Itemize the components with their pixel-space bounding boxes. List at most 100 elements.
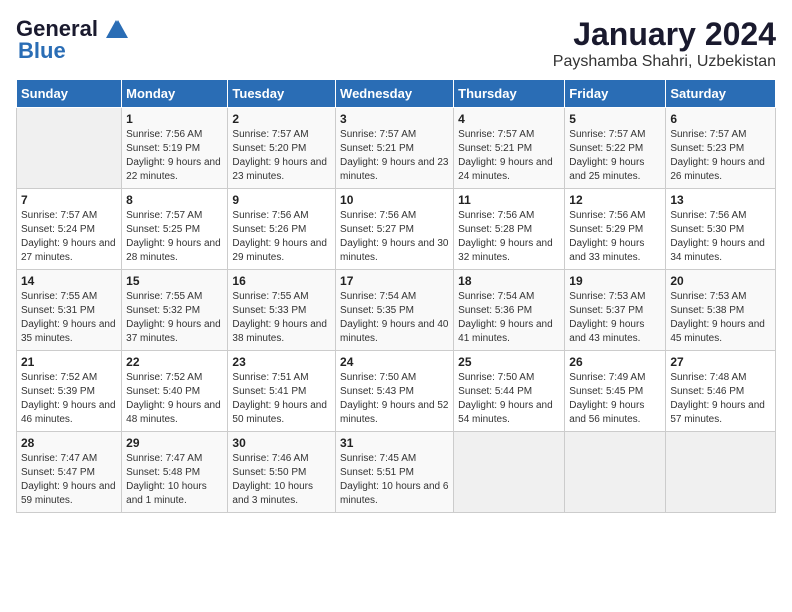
day-number: 30 [232, 436, 331, 450]
calendar-cell: 3 Sunrise: 7:57 AMSunset: 5:21 PMDaylight… [336, 108, 454, 189]
day-info: Sunrise: 7:56 AMSunset: 5:19 PMDaylight:… [126, 128, 223, 184]
day-info: Sunrise: 7:52 AMSunset: 5:40 PMDaylight:… [126, 371, 223, 427]
day-number: 31 [340, 436, 449, 450]
header-friday: Friday [565, 80, 666, 108]
header-sunday: Sunday [17, 80, 122, 108]
calendar-title: January 2024 [553, 16, 776, 53]
calendar-cell: 9 Sunrise: 7:56 AMSunset: 5:26 PMDaylight… [228, 189, 336, 270]
day-info: Sunrise: 7:57 AMSunset: 5:22 PMDaylight:… [569, 128, 661, 184]
page-header: General Blue January 2024 Payshamba Shah… [16, 16, 776, 71]
calendar-cell: 26 Sunrise: 7:49 AMSunset: 5:45 PMDayligh… [565, 351, 666, 432]
day-info: Sunrise: 7:55 AMSunset: 5:32 PMDaylight:… [126, 290, 223, 346]
calendar-cell: 11 Sunrise: 7:56 AMSunset: 5:28 PMDayligh… [454, 189, 565, 270]
day-number: 16 [232, 274, 331, 288]
day-number: 7 [21, 193, 117, 207]
calendar-cell: 24 Sunrise: 7:50 AMSunset: 5:43 PMDayligh… [336, 351, 454, 432]
day-info: Sunrise: 7:47 AMSunset: 5:48 PMDaylight:… [126, 452, 223, 508]
day-number: 26 [569, 355, 661, 369]
calendar-cell: 4 Sunrise: 7:57 AMSunset: 5:21 PMDaylight… [454, 108, 565, 189]
calendar-cell: 6 Sunrise: 7:57 AMSunset: 5:23 PMDaylight… [666, 108, 776, 189]
calendar-cell: 5 Sunrise: 7:57 AMSunset: 5:22 PMDaylight… [565, 108, 666, 189]
calendar-cell [17, 108, 122, 189]
day-info: Sunrise: 7:49 AMSunset: 5:45 PMDaylight:… [569, 371, 661, 427]
day-info: Sunrise: 7:56 AMSunset: 5:28 PMDaylight:… [458, 209, 560, 265]
day-number: 4 [458, 112, 560, 126]
calendar-cell: 15 Sunrise: 7:55 AMSunset: 5:32 PMDayligh… [122, 270, 228, 351]
week-row-2: 14Sunrise: 7:55 AMSunset: 5:31 PMDayligh… [17, 270, 776, 351]
day-number: 24 [340, 355, 449, 369]
week-row-0: 1 Sunrise: 7:56 AMSunset: 5:19 PMDaylight… [17, 108, 776, 189]
day-number: 13 [670, 193, 771, 207]
calendar-table: Sunday Monday Tuesday Wednesday Thursday… [16, 79, 776, 513]
day-info: Sunrise: 7:57 AMSunset: 5:21 PMDaylight:… [340, 128, 449, 184]
calendar-cell [454, 432, 565, 513]
day-info: Sunrise: 7:50 AMSunset: 5:43 PMDaylight:… [340, 371, 449, 427]
day-info: Sunrise: 7:57 AMSunset: 5:25 PMDaylight:… [126, 209, 223, 265]
day-info: Sunrise: 7:47 AMSunset: 5:47 PMDaylight:… [21, 452, 117, 508]
day-info: Sunrise: 7:56 AMSunset: 5:26 PMDaylight:… [232, 209, 331, 265]
calendar-cell: 27 Sunrise: 7:48 AMSunset: 5:46 PMDayligh… [666, 351, 776, 432]
day-number: 22 [126, 355, 223, 369]
calendar-cell: 30 Sunrise: 7:46 AMSunset: 5:50 PMDayligh… [228, 432, 336, 513]
calendar-cell: 13Sunrise: 7:56 AMSunset: 5:30 PMDayligh… [666, 189, 776, 270]
calendar-cell: 20Sunrise: 7:53 AMSunset: 5:38 PMDayligh… [666, 270, 776, 351]
day-info: Sunrise: 7:57 AMSunset: 5:24 PMDaylight:… [21, 209, 117, 265]
day-number: 23 [232, 355, 331, 369]
day-number: 2 [232, 112, 331, 126]
week-row-3: 21Sunrise: 7:52 AMSunset: 5:39 PMDayligh… [17, 351, 776, 432]
header-tuesday: Tuesday [228, 80, 336, 108]
calendar-cell [565, 432, 666, 513]
day-number: 28 [21, 436, 117, 450]
day-info: Sunrise: 7:51 AMSunset: 5:41 PMDaylight:… [232, 371, 331, 427]
day-number: 15 [126, 274, 223, 288]
calendar-cell: 28 Sunrise: 7:47 AMSunset: 5:47 PMDayligh… [17, 432, 122, 513]
day-number: 5 [569, 112, 661, 126]
day-info: Sunrise: 7:54 AMSunset: 5:35 PMDaylight:… [340, 290, 449, 346]
calendar-cell [666, 432, 776, 513]
day-info: Sunrise: 7:45 AMSunset: 5:51 PMDaylight:… [340, 452, 449, 508]
calendar-cell: 7 Sunrise: 7:57 AMSunset: 5:24 PMDaylight… [17, 189, 122, 270]
day-info: Sunrise: 7:54 AMSunset: 5:36 PMDaylight:… [458, 290, 560, 346]
day-info: Sunrise: 7:50 AMSunset: 5:44 PMDaylight:… [458, 371, 560, 427]
calendar-cell: 29 Sunrise: 7:47 AMSunset: 5:48 PMDayligh… [122, 432, 228, 513]
day-number: 10 [340, 193, 449, 207]
day-number: 12 [569, 193, 661, 207]
calendar-cell: 8 Sunrise: 7:57 AMSunset: 5:25 PMDaylight… [122, 189, 228, 270]
calendar-cell: 21Sunrise: 7:52 AMSunset: 5:39 PMDayligh… [17, 351, 122, 432]
calendar-cell: 12 Sunrise: 7:56 AMSunset: 5:29 PMDayligh… [565, 189, 666, 270]
day-info: Sunrise: 7:56 AMSunset: 5:29 PMDaylight:… [569, 209, 661, 265]
calendar-cell: 18Sunrise: 7:54 AMSunset: 5:36 PMDayligh… [454, 270, 565, 351]
day-number: 25 [458, 355, 560, 369]
day-info: Sunrise: 7:57 AMSunset: 5:21 PMDaylight:… [458, 128, 560, 184]
day-info: Sunrise: 7:56 AMSunset: 5:27 PMDaylight:… [340, 209, 449, 265]
day-info: Sunrise: 7:46 AMSunset: 5:50 PMDaylight:… [232, 452, 331, 508]
header-thursday: Thursday [454, 80, 565, 108]
day-number: 29 [126, 436, 223, 450]
day-number: 6 [670, 112, 771, 126]
calendar-cell: 10 Sunrise: 7:56 AMSunset: 5:27 PMDayligh… [336, 189, 454, 270]
day-number: 1 [126, 112, 223, 126]
calendar-cell: 17Sunrise: 7:54 AMSunset: 5:35 PMDayligh… [336, 270, 454, 351]
header-saturday: Saturday [666, 80, 776, 108]
day-info: Sunrise: 7:48 AMSunset: 5:46 PMDaylight:… [670, 371, 771, 427]
header-row: Sunday Monday Tuesday Wednesday Thursday… [17, 80, 776, 108]
calendar-cell: 25 Sunrise: 7:50 AMSunset: 5:44 PMDayligh… [454, 351, 565, 432]
header-monday: Monday [122, 80, 228, 108]
day-number: 27 [670, 355, 771, 369]
logo: General Blue [16, 16, 130, 64]
day-info: Sunrise: 7:57 AMSunset: 5:23 PMDaylight:… [670, 128, 771, 184]
day-number: 11 [458, 193, 560, 207]
calendar-cell: 31 Sunrise: 7:45 AMSunset: 5:51 PMDayligh… [336, 432, 454, 513]
day-number: 14 [21, 274, 117, 288]
day-info: Sunrise: 7:53 AMSunset: 5:38 PMDaylight:… [670, 290, 771, 346]
day-info: Sunrise: 7:53 AMSunset: 5:37 PMDaylight:… [569, 290, 661, 346]
day-number: 3 [340, 112, 449, 126]
calendar-cell: 1 Sunrise: 7:56 AMSunset: 5:19 PMDaylight… [122, 108, 228, 189]
logo-icon [102, 18, 130, 40]
day-number: 9 [232, 193, 331, 207]
calendar-subtitle: Payshamba Shahri, Uzbekistan [553, 53, 776, 71]
day-info: Sunrise: 7:55 AMSunset: 5:33 PMDaylight:… [232, 290, 331, 346]
header-wednesday: Wednesday [336, 80, 454, 108]
week-row-1: 7 Sunrise: 7:57 AMSunset: 5:24 PMDaylight… [17, 189, 776, 270]
day-number: 8 [126, 193, 223, 207]
